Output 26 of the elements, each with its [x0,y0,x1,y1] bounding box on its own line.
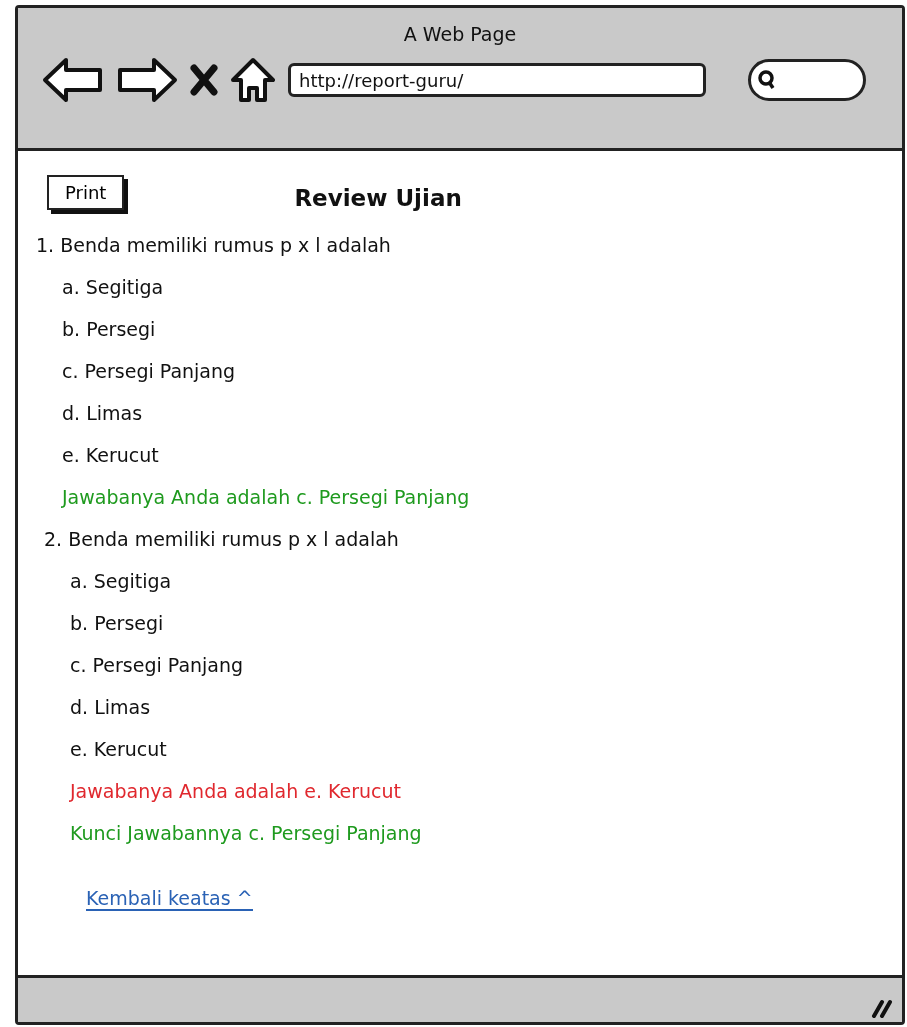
question-text: 2. Benda memiliki rumus p x l adalah [44,526,400,552]
answer-option: e. Kerucut [62,433,902,476]
answer-option: b. Persegi [70,601,902,644]
answer-option: e. Kerucut [70,727,902,770]
window-title: A Web Page [402,22,518,47]
page-heading: Review Ujian [294,184,462,213]
answer-option: a. Segitiga [70,559,902,602]
answer-option: c. Persegi Panjang [70,643,902,686]
answer-feedback: Jawabanya Anda adalah e. Kerucut [70,778,402,804]
answer-option: a. Segitiga [62,265,902,308]
resize-grip-icon[interactable] [870,998,894,1018]
answer-option: d. Limas [70,685,902,728]
answer-feedback: Kunci Jawabannya c. Persegi Panjang [70,820,423,846]
question-text: 1. Benda memiliki rumus p x l adalah [36,232,392,258]
back-to-top-link[interactable]: Kembali keatas ^ [86,886,253,911]
back-icon[interactable] [42,56,104,103]
home-icon[interactable] [230,56,276,103]
search-field[interactable] [748,58,866,101]
close-icon[interactable] [190,63,218,96]
answer-option: b. Persegi [62,307,902,350]
url-field[interactable]: http://report-guru/ [288,62,706,97]
search-icon [757,68,777,91]
forward-icon[interactable] [116,56,178,103]
answer-option: d. Limas [62,391,902,434]
answer-feedback: Jawabanya Anda adalah c. Persegi Panjang [62,484,471,510]
answer-option: c. Persegi Panjang [62,349,902,392]
